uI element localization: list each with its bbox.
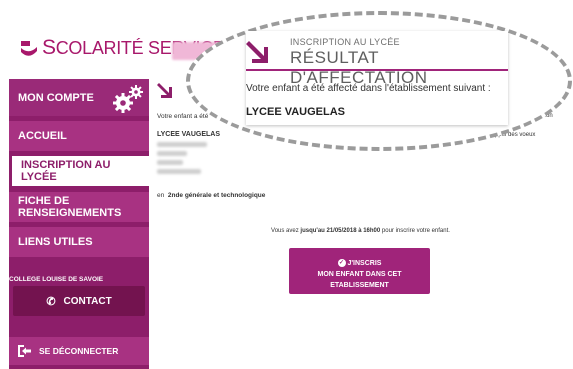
- logout-label: SE DÉCONNECTER: [39, 346, 119, 356]
- popup-subtitle: INSCRIPTION AU LYCÉE: [290, 37, 400, 47]
- gears-icon: [113, 85, 143, 113]
- sidebar-item-fiche[interactable]: FICHE DE RENSEIGNEMENTS: [9, 192, 149, 222]
- sidebar-item-label: LIENS UTILES: [18, 236, 93, 248]
- sidebar-account-label: MON COMPTE: [18, 91, 94, 104]
- logout-button[interactable]: SE DÉCONNECTER: [9, 337, 149, 365]
- college-name: COLLEGE LOUISE DE SAVOIE: [9, 276, 104, 283]
- blurred-address: [157, 142, 207, 147]
- register-label: J'INSCRIS: [347, 260, 382, 267]
- sidebar-item-accueil[interactable]: ACCUEIL: [9, 121, 149, 151]
- register-button[interactable]: ✓ J'INSCRIS MON ENFANT DANS CET ETABLISS…: [289, 248, 430, 294]
- sidebar-item-liens[interactable]: LIENS UTILES: [9, 227, 149, 257]
- popup-school: LYCEE VAUGELAS: [246, 106, 346, 118]
- result-panel: INSCRIPTION AU LYCÉE RÉSULTAT D'AFFECTAT…: [246, 31, 508, 125]
- brand-mark-icon: [18, 37, 40, 59]
- sidebar-item-label: FICHE DE RENSEIGNEMENTS: [18, 195, 122, 219]
- sidebar-item-label: INSCRIPTION AU LYCÉE: [21, 159, 111, 183]
- arrow-icon: [157, 80, 177, 100]
- register-sublabel: MON ENFANT DANS CET ETABLISSEMENT: [317, 271, 402, 289]
- deadline-text: Vous avez jusqu'au 21/05/2018 à 16h00 po…: [271, 228, 450, 234]
- school-name-text: LYCEE VAUGELAS: [157, 131, 221, 138]
- arrow-icon: [246, 41, 268, 63]
- contact-button[interactable]: ✆ CONTACT: [13, 286, 145, 316]
- logout-icon: [18, 345, 31, 357]
- sidebar-item-label: ACCUEIL: [18, 130, 67, 142]
- intro-text: Votre enfant a été: [157, 113, 209, 120]
- sidebar: MON COMPTE ACCUEIL INSCRIPTION AU LYCÉE …: [9, 79, 149, 369]
- blurred-address: [157, 160, 183, 165]
- level-text: en 2nde générale et technologique: [157, 192, 266, 199]
- blurred-address: [157, 169, 201, 174]
- blurred-address: [157, 151, 187, 156]
- sidebar-account[interactable]: MON COMPTE: [9, 79, 149, 116]
- check-circle-icon: ✓: [337, 259, 346, 268]
- contact-label: CONTACT: [63, 295, 112, 307]
- popup-message: Votre enfant a été affecté dans l'établi…: [246, 83, 491, 94]
- phone-icon: ✆: [46, 295, 56, 308]
- popup-title: RÉSULTAT D'AFFECTATION: [290, 48, 428, 87]
- popup-divider: [246, 69, 508, 71]
- sidebar-item-inscription[interactable]: INSCRIPTION AU LYCÉE: [9, 156, 149, 186]
